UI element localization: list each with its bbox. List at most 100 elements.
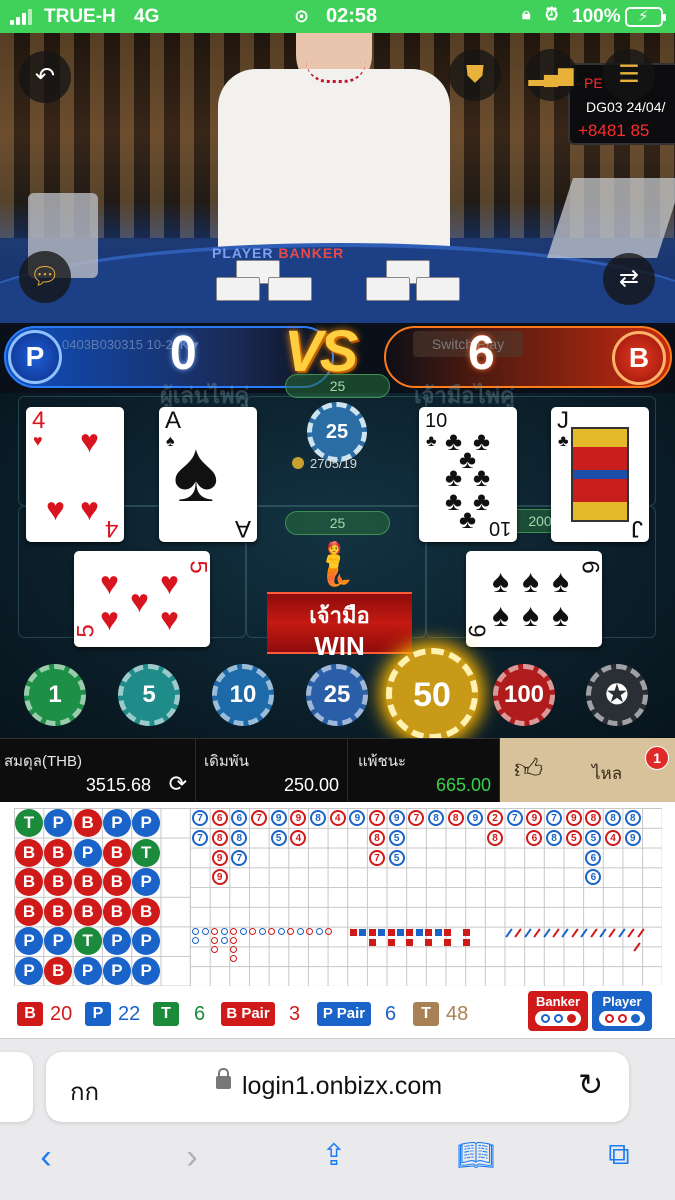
small-road-mark <box>397 929 404 936</box>
big-road-player-mark: 9 <box>467 810 484 826</box>
total-count: 48 <box>446 1003 469 1025</box>
card-rank: 4 <box>32 407 46 434</box>
big-road-player-mark: 8 <box>546 829 563 846</box>
bookmarks-icon[interactable]: 📖︎ <box>446 1138 506 1173</box>
table-card <box>416 277 460 301</box>
bet-value: 250.00 <box>283 775 339 795</box>
winlose-cell: แพ้ชนะ 665.00 <box>348 739 500 803</box>
small-road-mark <box>444 939 451 946</box>
chip-25[interactable]: 25 <box>306 664 368 726</box>
bead-player: P <box>15 927 43 956</box>
big-road[interactable]: 7768996877959484978795578892879678958566… <box>190 808 662 986</box>
chip-5[interactable]: 5 <box>118 664 180 726</box>
custom-chip-icon[interactable]: ✪ <box>586 664 648 726</box>
big-road-banker-mark: 6 <box>211 810 228 826</box>
shield-check-icon[interactable]: ⛊ <box>449 49 501 101</box>
small-road-mark <box>462 929 470 936</box>
big-road-player-mark: 7 <box>546 810 563 826</box>
big-road-player-mark: 7 <box>231 849 248 866</box>
small-road-mark <box>359 929 367 936</box>
chip-100[interactable]: 100 <box>493 664 555 726</box>
bead-banker: B <box>132 897 161 926</box>
bead-player: P <box>132 957 161 985</box>
tabs-icon[interactable]: ⧉ <box>589 1138 649 1172</box>
ask-player-button[interactable]: Player <box>592 991 652 1031</box>
bead-banker: B <box>73 897 102 926</box>
bead-player: P <box>73 838 102 867</box>
chip-1[interactable]: 1 <box>24 664 86 726</box>
big-road-player-mark: 8 <box>310 810 327 826</box>
small-road-mark <box>425 929 433 936</box>
card-rank: 10 <box>425 410 448 432</box>
battery-icon: ⚡ <box>625 7 666 27</box>
bead-road[interactable]: TBBBPPPBBBPBBPBBTPPBBBPPPTPBPP <box>14 808 190 986</box>
heart-icon: ♥ <box>160 601 179 637</box>
tie-count: 6 <box>194 1003 206 1025</box>
big-road-player-mark: 6 <box>585 869 602 886</box>
back-icon[interactable]: ‹ <box>16 1138 76 1177</box>
link-icon: ⊙ <box>294 6 310 26</box>
small-road-mark <box>378 929 386 936</box>
bead-player: P <box>73 957 102 985</box>
ask-banker-label: Banker <box>535 994 581 1009</box>
chip-50[interactable]: 50 <box>386 648 478 740</box>
banker-card-3: ♠ ♠ ♠ ♠ ♠ ♠ 6 6 <box>466 551 602 647</box>
ask-banker-button[interactable]: Banker <box>528 991 588 1031</box>
winner-text: เจ้ามือ <box>309 603 370 628</box>
bead-player: P <box>102 809 131 837</box>
address-bar[interactable]: กก login1.onbizx.com ↻ <box>46 1052 629 1122</box>
bead-banker: B <box>102 868 131 897</box>
lock-icon <box>216 1068 231 1089</box>
big-road-player-mark: 5 <box>585 829 602 846</box>
tie-chip: 25 <box>307 402 367 462</box>
player-card-2: A ♠ ♠ A <box>159 407 257 542</box>
big-road-banker-mark: 8 <box>487 829 504 846</box>
bead-player: P <box>132 927 161 956</box>
small-road-mark <box>434 929 442 936</box>
bead-banker: B <box>44 838 73 867</box>
share-icon[interactable]: ⇪ <box>304 1138 364 1173</box>
balance-label: สมดุล(THB) <box>4 753 82 770</box>
heart-icon: ♥ <box>100 565 119 601</box>
bet-cell: เดิมพัน 250.00 <box>196 739 348 803</box>
refresh-icon[interactable]: ⟳ <box>169 771 187 797</box>
big-road-banker-mark: 8 <box>585 810 602 826</box>
banker-score: 6 <box>468 327 495 380</box>
bead-banker: B <box>102 897 131 926</box>
bead-banker: B <box>73 809 102 837</box>
big-road-player-mark: 7 <box>192 829 208 846</box>
player-pair-count: 6 <box>385 1003 397 1025</box>
back-arrow-icon[interactable]: ↶ <box>19 51 71 103</box>
big-eye-road-mark <box>325 928 332 935</box>
spade-icon: ♠ <box>522 563 539 599</box>
spade-icon: ♠ <box>522 597 539 633</box>
mermaid-mascot-icon: 🧜 <box>307 540 361 587</box>
spade-icon: ♠ <box>492 563 509 599</box>
live-video: PLAYER BANKER PE DG03 24/04/ +8481 85 ↶ … <box>0 33 675 323</box>
chip-10[interactable]: 10 <box>212 664 274 726</box>
heart-icon: ♥ <box>46 491 65 527</box>
battery-percent: 100% <box>572 6 621 27</box>
bead-player: P <box>44 927 73 956</box>
table-card <box>366 277 410 301</box>
big-eye-road-mark <box>211 928 218 935</box>
big-road-player-mark: 9 <box>624 829 641 846</box>
reload-icon[interactable]: ↻ <box>578 1068 603 1103</box>
spade-icon: ♠ <box>173 424 219 520</box>
bead-player: P <box>132 809 161 837</box>
banker-pair-count: 3 <box>289 1003 301 1025</box>
forward-icon[interactable]: › <box>162 1138 222 1177</box>
chat-icon[interactable]: 💬︎ <box>19 251 71 303</box>
signal-bars-icon[interactable]: ▂▄▆ <box>525 49 577 101</box>
alarm-icon: ⏰︎ <box>545 5 559 24</box>
previous-tab[interactable] <box>0 1052 33 1122</box>
reader-format-button[interactable]: กก <box>70 1072 99 1111</box>
big-eye-road-mark <box>230 928 237 935</box>
switch-camera-icon[interactable]: ⇄ <box>603 253 655 305</box>
bead-tie: T <box>132 838 161 867</box>
url-text[interactable]: login1.onbizx.com <box>242 1072 442 1101</box>
bead-banker: B <box>73 868 102 897</box>
bead-player: P <box>102 927 131 956</box>
menu-icon[interactable]: ☰ <box>603 49 655 101</box>
bead-banker: B <box>15 868 43 897</box>
